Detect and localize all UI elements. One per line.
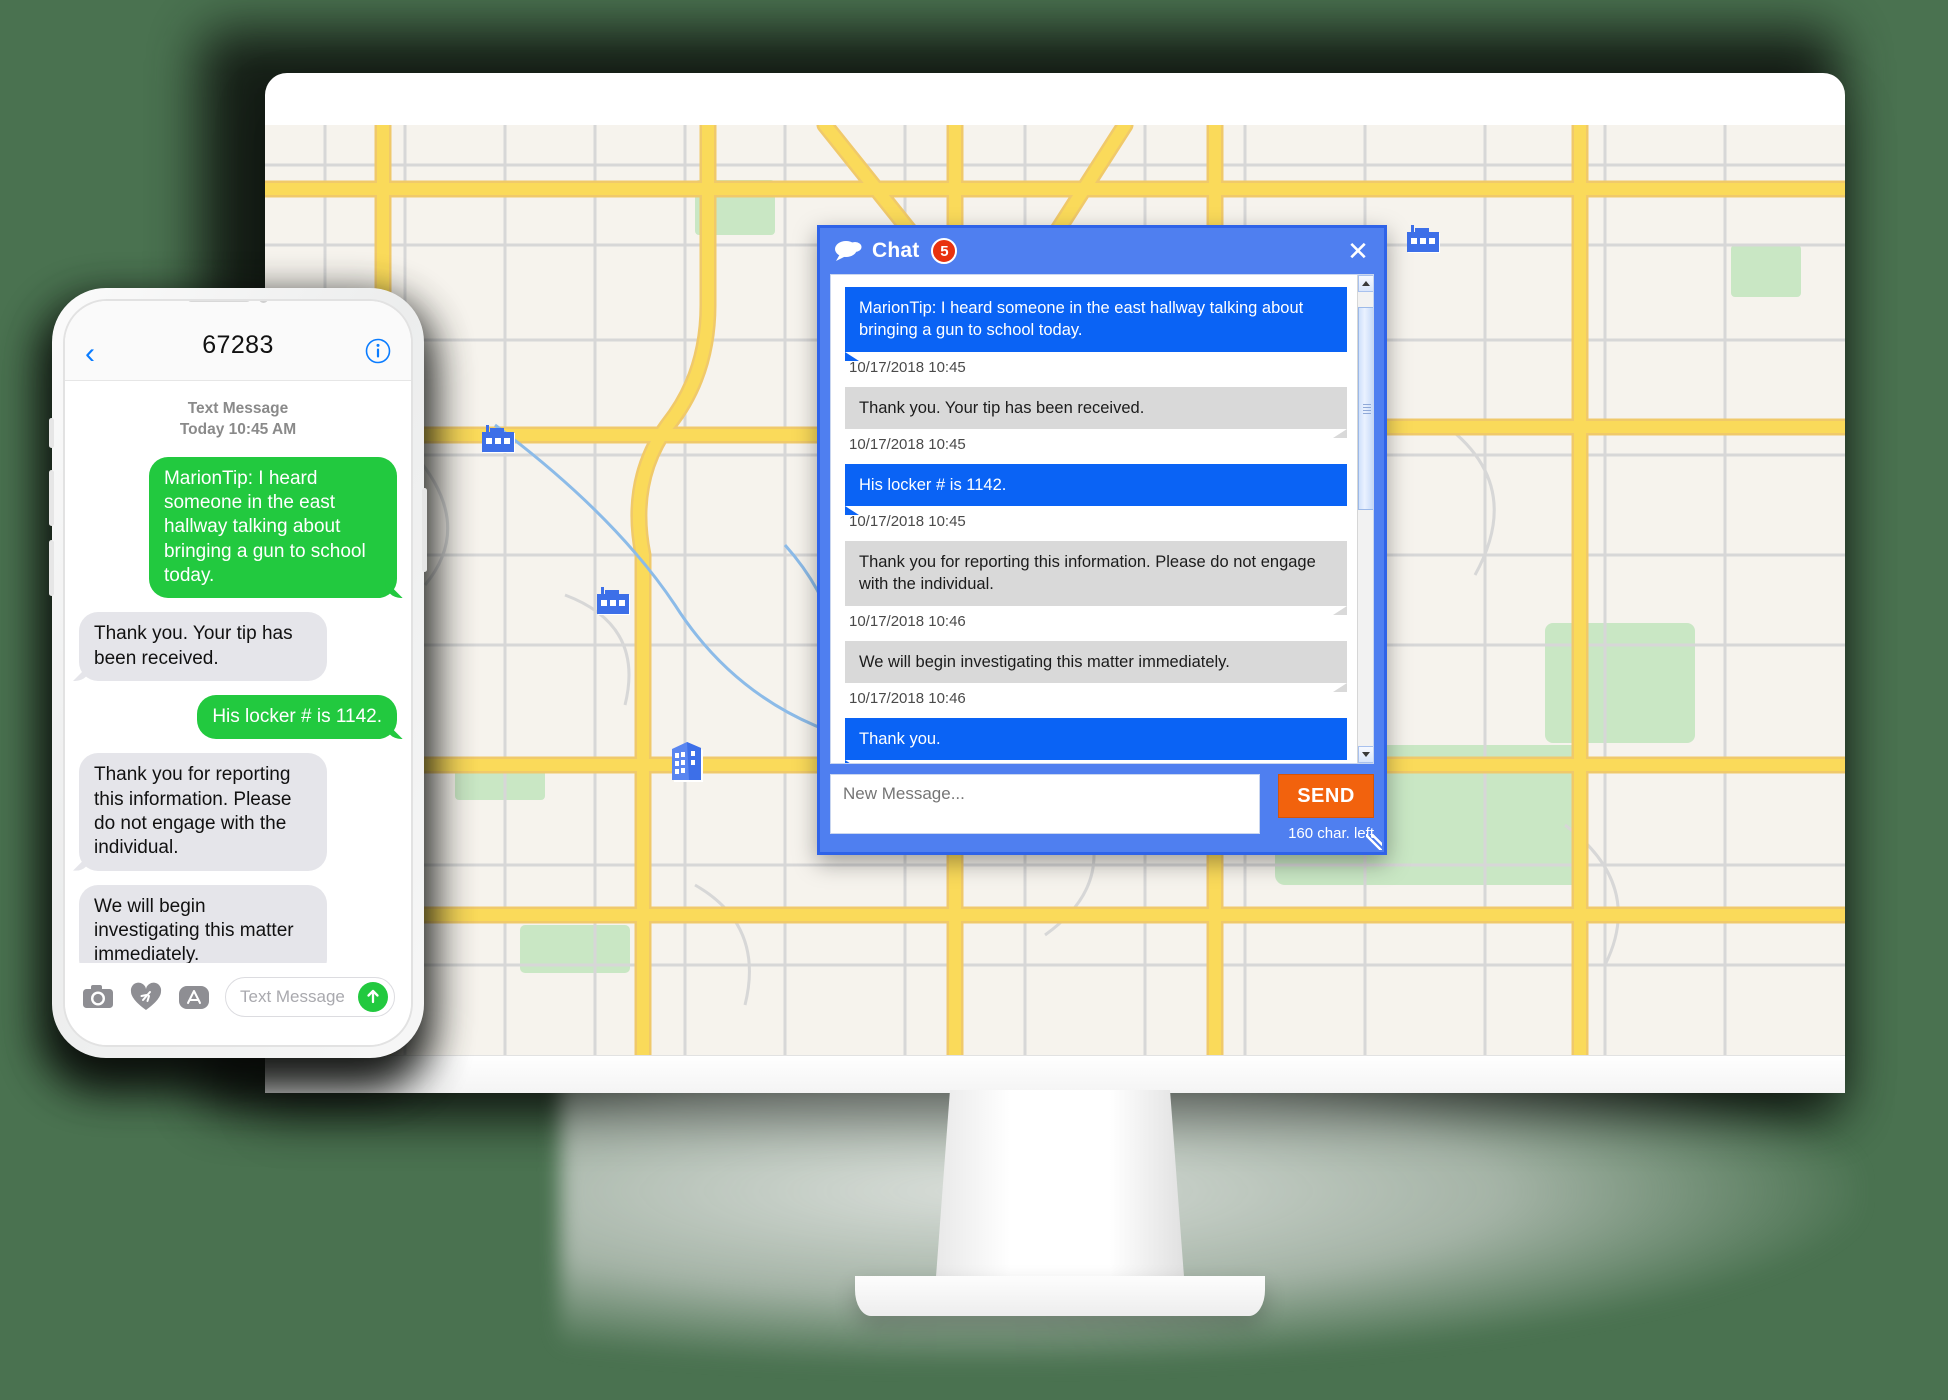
text-message-placeholder: Text Message	[240, 987, 345, 1006]
chat-composer: SEND 160 char. left	[820, 764, 1384, 852]
school-marker-1-icon[interactable]	[480, 421, 520, 457]
chat-message: His locker # is 1142. 10/17/2018 10:45	[845, 463, 1347, 539]
conversation-contact-number: 67283	[202, 331, 274, 359]
map-canvas[interactable]: Chat 5 ✕ MarionTip: I heard someone in t…	[265, 125, 1845, 1055]
chat-message-timestamp: 10/17/2018 10:46	[849, 612, 966, 630]
phone-volume-up-button[interactable]	[49, 470, 54, 526]
thread-header-line2: Today 10:45 AM	[179, 420, 297, 438]
message-row: His locker # is 1142.	[79, 695, 397, 740]
message-row: Thank you. Your tip has been received.	[79, 612, 397, 682]
imessage-bubble-incoming: We will begin investigating this matter …	[79, 884, 328, 963]
chat-bubble-incoming: Thank you for reporting this information…	[845, 541, 1347, 615]
message-thread[interactable]: Text Message Today 10:45 AM MarionTip: I…	[65, 381, 411, 963]
school-marker-2-icon[interactable]	[595, 583, 635, 619]
scrollbar-thumb[interactable]	[1358, 307, 1373, 510]
office-building-marker-icon[interactable]	[665, 737, 709, 787]
chat-bubble-incoming: Thank you. Your tip has been received.	[845, 386, 1347, 439]
window-resize-grip[interactable]	[1366, 834, 1382, 850]
monitor-stand	[705, 1090, 1405, 1320]
messages-toolbar: Text Message	[65, 963, 411, 1045]
chat-bubble-outgoing: MarionTip: I heard someone in the east h…	[845, 287, 1347, 361]
scroll-up-arrow-icon[interactable]	[1358, 275, 1373, 292]
chat-bubble-outgoing: His locker # is 1142.	[845, 463, 1347, 516]
imessage-bubble-outgoing: His locker # is 1142.	[197, 695, 397, 740]
send-button[interactable]: SEND	[1278, 774, 1374, 818]
scroll-down-arrow-icon[interactable]	[1358, 746, 1373, 763]
character-counter: 160 char. left	[1288, 825, 1374, 842]
message-row: Thank you for reporting this information…	[79, 753, 397, 871]
thread-header-line1: Text Message	[187, 400, 289, 417]
chat-message: We will begin investigating this matter …	[845, 640, 1347, 716]
monitor-stand-base	[855, 1276, 1265, 1316]
imessage-bubble-incoming: Thank you. Your tip has been received.	[79, 612, 328, 682]
chat-window-title: Chat	[872, 239, 920, 262]
monitor-stand-neck	[935, 1090, 1185, 1290]
monitor-chin	[265, 1055, 1845, 1093]
smartphone-device: ‹ 67283 Text Message Today 10:45 AM Mari	[49, 288, 427, 1058]
monitor-screen: Chat 5 ✕ MarionTip: I heard someone in t…	[265, 125, 1845, 1055]
chat-message-list: MarionTip: I heard someone in the east h…	[831, 275, 1357, 763]
chat-message: Thank you for reporting this information…	[845, 541, 1347, 639]
camera-icon[interactable]	[81, 980, 115, 1014]
message-row: We will begin investigating this matter …	[79, 884, 397, 963]
digital-touch-icon[interactable]	[129, 980, 163, 1014]
arrow-up-circle-icon[interactable]	[358, 982, 388, 1012]
chat-unread-badge: 5	[931, 238, 958, 264]
chat-message: Thank you. 10/17/2018 10:47	[845, 717, 1347, 763]
imessage-bubble-incoming: Thank you for reporting this information…	[79, 753, 328, 871]
new-message-input[interactable]	[830, 774, 1260, 834]
chat-message-timestamp: 10/17/2018 10:45	[849, 513, 966, 531]
thread-header: Text Message Today 10:45 AM	[79, 399, 397, 441]
chat-message-timestamp: 10/17/2018 10:45	[849, 358, 966, 376]
imessage-bubble-outgoing: MarionTip: I heard someone in the east h…	[148, 456, 397, 599]
phone-power-button[interactable]	[422, 488, 427, 572]
chat-titlebar[interactable]: Chat 5 ✕	[820, 228, 1384, 274]
close-icon[interactable]: ✕	[1344, 237, 1372, 265]
chat-message-timestamp: 10/17/2018 10:47	[845, 760, 1347, 763]
screenshot-stage: Chat 5 ✕ MarionTip: I heard someone in t…	[0, 0, 1948, 1400]
chat-window[interactable]: Chat 5 ✕ MarionTip: I heard someone in t…	[817, 225, 1387, 855]
phone-earpiece	[188, 301, 288, 303]
desktop-monitor: Chat 5 ✕ MarionTip: I heard someone in t…	[265, 73, 1845, 1093]
chat-message-pane: MarionTip: I heard someone in the east h…	[830, 274, 1374, 764]
chat-scrollbar[interactable]	[1357, 275, 1373, 763]
messages-navbar: ‹ 67283	[65, 301, 411, 381]
app-store-icon[interactable]	[177, 980, 211, 1014]
phone-volume-down-button[interactable]	[49, 540, 54, 596]
message-row: MarionTip: I heard someone in the east h…	[79, 456, 397, 599]
text-message-input[interactable]: Text Message	[225, 977, 395, 1017]
chat-bubble-outgoing: Thank you.	[845, 717, 1347, 763]
phone-screen: ‹ 67283 Text Message Today 10:45 AM Mari	[63, 299, 413, 1047]
chat-bubble-icon	[835, 241, 862, 261]
phone-mute-switch[interactable]	[49, 418, 54, 448]
chat-message: MarionTip: I heard someone in the east h…	[845, 287, 1347, 385]
send-column: SEND 160 char. left	[1268, 774, 1374, 842]
chat-bubble-incoming: We will begin investigating this matter …	[845, 640, 1347, 693]
chat-message-timestamp: 10/17/2018 10:46	[849, 689, 966, 707]
school-marker-3-icon[interactable]	[1405, 221, 1445, 257]
chat-message-timestamp: 10/17/2018 10:45	[849, 435, 966, 453]
chat-message: Thank you. Your tip has been received. 1…	[845, 386, 1347, 462]
